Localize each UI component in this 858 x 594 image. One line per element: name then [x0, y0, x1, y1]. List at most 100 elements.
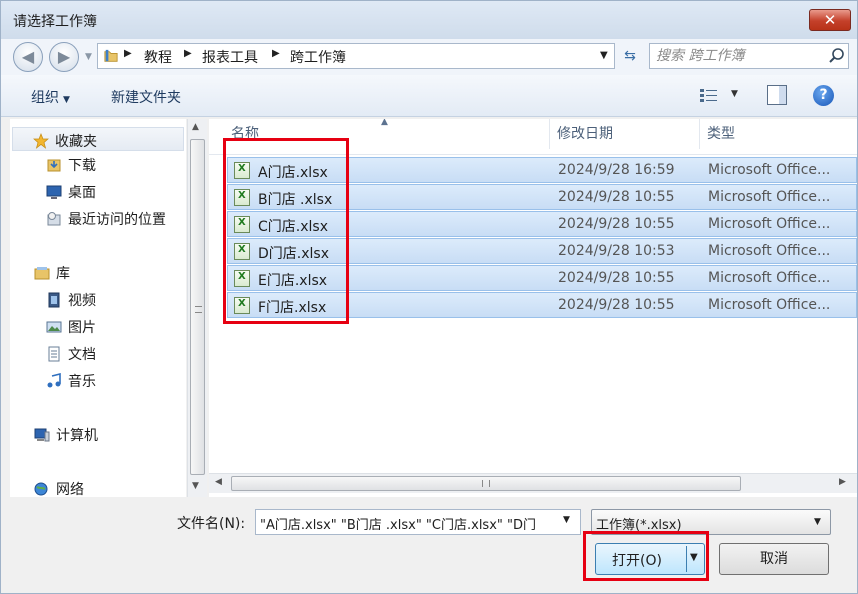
sidebar-item-favorites[interactable]: 收藏夹 [12, 127, 184, 151]
navigation-pane: 收藏夹 下载 桌面 最近访问的位置 库 视频 图片 文档 音乐 计算机 网络 [10, 119, 186, 497]
file-list-scroll-thumb[interactable] [231, 476, 741, 491]
file-row[interactable]: F门店.xlsx 2024/9/28 10:55 Microsoft Offic… [227, 292, 857, 318]
search-icon[interactable] [828, 47, 846, 65]
sidebar-item-label: 桌面 [68, 185, 96, 201]
breadcrumb-item[interactable]: 跨工作簿 [290, 47, 346, 67]
column-divider[interactable] [699, 119, 700, 149]
sidebar-item-label: 下载 [68, 158, 96, 174]
open-button-label: 打开(O) [612, 553, 662, 569]
filetype-value: 工作簿(*.xlsx) [596, 518, 682, 533]
sidebar-item-recent-places[interactable]: 最近访问的位置 [46, 209, 166, 233]
sidebar-scrollbar[interactable]: ▲ ▼ [187, 119, 207, 497]
sidebar-scroll-thumb[interactable] [190, 139, 205, 475]
sidebar-item-label: 计算机 [56, 428, 98, 444]
sidebar-item-label: 网络 [56, 482, 84, 497]
filename-chevron-down-icon[interactable]: ▼ [563, 515, 570, 525]
title-bar: 请选择工作簿 ✕ [1, 1, 857, 39]
grip-icon [195, 306, 202, 313]
file-name: B门店 .xlsx [258, 192, 333, 208]
column-header-date[interactable]: 修改日期 [557, 123, 613, 143]
sidebar-item-documents[interactable]: 文档 [46, 344, 96, 368]
command-toolbar: 组织 ▼ 新建文件夹 ▼ ? [1, 75, 857, 117]
filetype-select[interactable]: 工作簿(*.xlsx) ▼ [591, 509, 831, 535]
file-list-scrollbar[interactable]: ◀ ▶ [209, 473, 857, 493]
search-input[interactable] [656, 47, 816, 65]
chevron-right-icon[interactable]: ▶ [184, 48, 192, 59]
sidebar-item-label: 收藏夹 [55, 134, 97, 150]
column-divider[interactable] [549, 119, 550, 149]
sidebar-item-label: 库 [56, 266, 70, 282]
file-type: Microsoft Office... [708, 243, 831, 259]
file-row[interactable]: A门店.xlsx 2024/9/28 16:59 Microsoft Offic… [227, 157, 857, 183]
view-chevron-down-icon[interactable]: ▼ [731, 89, 738, 99]
file-row[interactable]: E门店.xlsx 2024/9/28 10:55 Microsoft Offic… [227, 265, 857, 291]
refresh-button[interactable]: ⇆ [619, 45, 641, 67]
scroll-right-icon[interactable]: ▶ [839, 477, 846, 487]
new-folder-button[interactable]: 新建文件夹 [111, 87, 181, 107]
file-date: 2024/9/28 10:55 [558, 297, 675, 313]
excel-file-icon [234, 189, 250, 206]
refresh-icon: ⇆ [624, 48, 636, 64]
dialog-footer: 文件名(N): "A门店.xlsx" "B门店 .xlsx" "C门店.xlsx… [1, 497, 857, 593]
chevron-down-icon: ▼ [814, 517, 821, 527]
file-row[interactable]: D门店.xlsx 2024/9/28 10:53 Microsoft Offic… [227, 238, 857, 264]
chevron-right-icon[interactable]: ▶ [272, 48, 280, 59]
sidebar-item-pictures[interactable]: 图片 [46, 317, 96, 341]
sidebar-item-libraries[interactable]: 库 [34, 263, 70, 287]
file-date: 2024/9/28 10:55 [558, 189, 675, 205]
file-date: 2024/9/28 10:55 [558, 216, 675, 232]
preview-pane-icon[interactable] [767, 85, 787, 105]
dialog-title: 请选择工作簿 [13, 14, 97, 30]
file-list: ▲ 名称 修改日期 类型 A门店.xlsx 2024/9/28 16:59 Mi… [209, 119, 857, 497]
recent-pages-chevron-down-icon[interactable]: ▼ [85, 52, 92, 62]
pictures-icon [46, 319, 62, 335]
sidebar-item-label: 视频 [68, 293, 96, 309]
computer-icon [34, 427, 50, 443]
open-button[interactable]: 打开(O) ▼ [595, 543, 705, 575]
cancel-button[interactable]: 取消 [719, 543, 829, 575]
sidebar-item-network[interactable]: 网络 [34, 479, 84, 497]
sidebar-item-label: 文档 [68, 347, 96, 363]
address-chevron-down-icon[interactable]: ▼ [600, 50, 608, 61]
scroll-left-icon[interactable]: ◀ [215, 477, 222, 487]
scroll-down-icon[interactable]: ▼ [192, 481, 199, 491]
close-button[interactable]: ✕ [809, 9, 851, 31]
column-header-name[interactable]: 名称 [231, 123, 259, 143]
address-bar[interactable]: ▶ 教程 ▶ 报表工具 ▶ 跨工作簿 ▼ [97, 43, 615, 69]
file-date: 2024/9/28 10:53 [558, 243, 675, 259]
forward-button[interactable]: ▶ [49, 42, 79, 72]
search-box [649, 43, 849, 69]
music-icon [46, 372, 62, 389]
video-icon [46, 292, 62, 308]
column-header-row: ▲ 名称 修改日期 类型 [209, 119, 857, 155]
file-date: 2024/9/28 16:59 [558, 162, 675, 178]
breadcrumb-item[interactable]: 报表工具 [202, 47, 258, 67]
sidebar-item-desktop[interactable]: 桌面 [46, 182, 96, 206]
help-icon[interactable]: ? [813, 85, 834, 106]
back-button[interactable]: ◀ [13, 42, 43, 72]
sidebar-item-videos[interactable]: 视频 [46, 290, 96, 314]
file-name: D门店.xlsx [258, 246, 329, 262]
folder-icon [104, 49, 118, 62]
excel-file-icon [234, 243, 250, 260]
file-row[interactable]: B门店 .xlsx 2024/9/28 10:55 Microsoft Offi… [227, 184, 857, 210]
network-icon [34, 481, 50, 497]
open-options-chevron-down-icon[interactable]: ▼ [690, 552, 698, 563]
view-options-icon[interactable] [699, 87, 719, 105]
sidebar-item-computer[interactable]: 计算机 [34, 425, 98, 449]
filename-input[interactable]: "A门店.xlsx" "B门店 .xlsx" "C门店.xlsx" "D门 [255, 509, 581, 535]
file-type: Microsoft Office... [708, 162, 831, 178]
sidebar-item-label: 音乐 [68, 374, 96, 390]
file-type: Microsoft Office... [708, 297, 831, 313]
file-row[interactable]: C门店.xlsx 2024/9/28 10:55 Microsoft Offic… [227, 211, 857, 237]
scroll-up-icon[interactable]: ▲ [192, 122, 199, 132]
sidebar-item-downloads[interactable]: 下载 [46, 155, 96, 179]
chevron-right-icon[interactable]: ▶ [124, 48, 132, 59]
file-type: Microsoft Office... [708, 189, 831, 205]
excel-file-icon [234, 162, 250, 179]
sidebar-item-music[interactable]: 音乐 [46, 371, 96, 395]
column-header-type[interactable]: 类型 [707, 123, 735, 143]
breadcrumb-item[interactable]: 教程 [144, 47, 172, 67]
button-divider [686, 546, 687, 572]
organize-button[interactable]: 组织 ▼ [31, 87, 70, 107]
